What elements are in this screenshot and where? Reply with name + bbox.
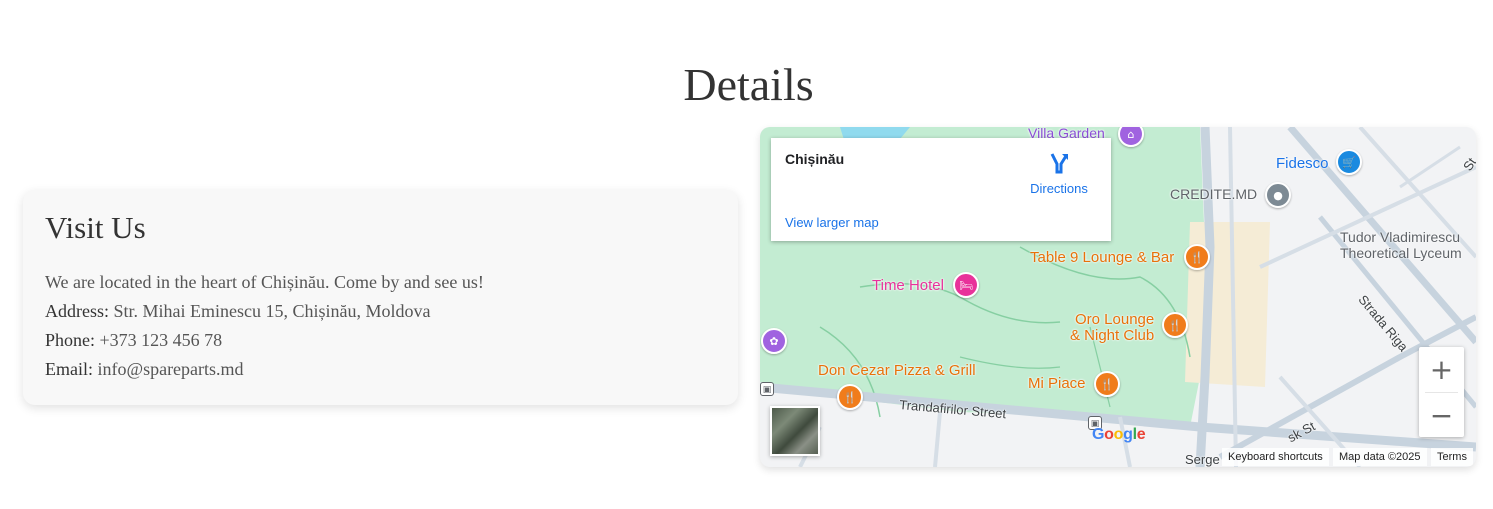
visit-us-heading: Visit Us (45, 210, 146, 245)
poi-don-cezar[interactable]: Don Cezar Pizza & Grill (818, 362, 976, 379)
zoom-out-icon[interactable]: − (1419, 393, 1464, 438)
directions-icon (1050, 153, 1068, 174)
place-icon[interactable]: ✿ (761, 328, 787, 354)
restaurant-icon[interactable]: 🍴 (1162, 312, 1188, 338)
email-label: Email: (45, 359, 93, 379)
poi-time-hotel[interactable]: Time Hotel (872, 277, 944, 294)
shopping-cart-icon[interactable]: 🛒 (1336, 149, 1362, 175)
address-value: Str. Mihai Eminescu 15, Chișinău, Moldov… (109, 301, 431, 321)
poi-tudor-line2[interactable]: Theoretical Lyceum (1340, 245, 1462, 261)
email-line: Email: info@spareparts.md (45, 355, 716, 384)
poi-table9[interactable]: Table 9 Lounge & Bar (1030, 249, 1174, 266)
place-name: Chișinău (785, 151, 845, 167)
poi-credite-md[interactable]: CREDITE.MD (1170, 186, 1257, 202)
poi-fidesco[interactable]: Fidesco (1276, 155, 1329, 172)
directions-button[interactable]: Directions (1019, 152, 1099, 196)
place-icon[interactable]: ● (1265, 182, 1291, 208)
phone-line: Phone: +373 123 456 78 (45, 326, 716, 355)
poi-oro-line2[interactable]: & Night Club (1070, 327, 1154, 344)
visit-us-card: Visit Us We are located in the heart of … (23, 190, 738, 405)
restaurant-icon[interactable]: 🍴 (1184, 244, 1210, 270)
terms-link[interactable]: Terms (1431, 448, 1473, 466)
intro-text: We are located in the heart of Chișinău.… (45, 272, 484, 292)
street-serge: Serge (1185, 452, 1220, 467)
keyboard-shortcuts-link[interactable]: Keyboard shortcuts (1222, 448, 1329, 466)
bus-stop-icon[interactable]: ▣ (760, 382, 774, 396)
phone-label: Phone: (45, 330, 96, 350)
page-title: Details (683, 59, 814, 110)
hotel-icon[interactable]: 🛏 (953, 272, 979, 298)
satellite-toggle[interactable] (770, 406, 820, 456)
address-label: Address: (45, 301, 109, 321)
view-larger-map-link[interactable]: View larger map (785, 215, 879, 230)
restaurant-icon[interactable]: 🍴 (837, 384, 863, 410)
zoom-control: + − (1419, 347, 1464, 437)
address-line: Address: Str. Mihai Eminescu 15, Chișină… (45, 297, 716, 326)
directions-label: Directions (1030, 181, 1088, 196)
map-info-box: Chișinău Directions View larger map (771, 138, 1111, 241)
email-value: info@spareparts.md (93, 359, 244, 379)
embedded-map[interactable]: Villa Garden ⌂ Fidesco 🛒 CREDITE.MD ● Tu… (760, 127, 1476, 467)
poi-oro-line1[interactable]: Oro Lounge (1075, 311, 1154, 328)
poi-mi-piace[interactable]: Mi Piace (1028, 375, 1086, 392)
restaurant-icon[interactable]: 🍴 (1094, 371, 1120, 397)
zoom-in-icon[interactable]: + (1419, 347, 1464, 392)
phone-value: +373 123 456 78 (95, 330, 223, 350)
google-logo: Google (1092, 426, 1146, 443)
map-data-text: Map data ©2025 (1333, 448, 1427, 466)
poi-tudor-line1[interactable]: Tudor Vladimirescu (1340, 229, 1460, 245)
